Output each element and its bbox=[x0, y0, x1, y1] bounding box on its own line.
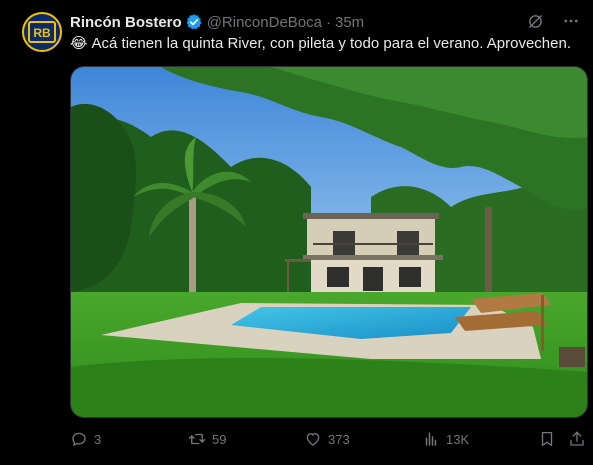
retweet-icon bbox=[188, 433, 206, 445]
views-button[interactable]: 13K bbox=[422, 430, 469, 448]
display-name[interactable]: Rincón Bostero bbox=[70, 14, 182, 31]
more-icon[interactable] bbox=[562, 12, 580, 30]
handle[interactable]: @RinconDeBoca bbox=[207, 14, 322, 31]
views-count: 13K bbox=[446, 431, 470, 447]
retweet-button[interactable]: 59 bbox=[188, 430, 226, 448]
grok-icon[interactable] bbox=[527, 13, 544, 30]
separator-dot: · bbox=[325, 13, 331, 31]
reply-count: 3 bbox=[94, 431, 102, 447]
house-with-pool-photo bbox=[71, 67, 587, 417]
tweet-text: 😂 Acá tienen la quinta River, con pileta … bbox=[70, 34, 590, 54]
bookmark-button[interactable] bbox=[538, 430, 556, 448]
like-count: 373 bbox=[328, 431, 350, 447]
retweet-count: 59 bbox=[212, 431, 227, 447]
reply-icon bbox=[72, 432, 86, 446]
avatar[interactable]: RB bbox=[22, 12, 62, 52]
timestamp[interactable]: 35m bbox=[335, 14, 364, 31]
svg-text:RB: RB bbox=[33, 26, 51, 40]
verified-badge-icon bbox=[185, 13, 203, 31]
club-logo-icon: RB bbox=[28, 21, 56, 43]
reply-button[interactable]: 3 bbox=[70, 430, 101, 448]
tweet-photo[interactable] bbox=[70, 66, 588, 418]
laughing-emoji: 😂 bbox=[70, 35, 88, 52]
tweet-header: Rincón Bostero @RinconDeBoca · 35m bbox=[70, 12, 580, 32]
like-icon bbox=[306, 433, 320, 446]
tweet[interactable]: RB Rincón Bostero @RinconDeBoca · 35m 😂 … bbox=[0, 0, 593, 465]
views-icon bbox=[425, 432, 437, 446]
like-button[interactable]: 373 bbox=[304, 430, 350, 448]
tweet-body: Acá tienen la quinta River, con pileta y… bbox=[91, 35, 572, 52]
share-button[interactable] bbox=[568, 430, 586, 448]
share-icon bbox=[570, 431, 584, 446]
bookmark-icon bbox=[541, 431, 553, 447]
tweet-actions: 3 59 373 13K bbox=[70, 430, 588, 452]
